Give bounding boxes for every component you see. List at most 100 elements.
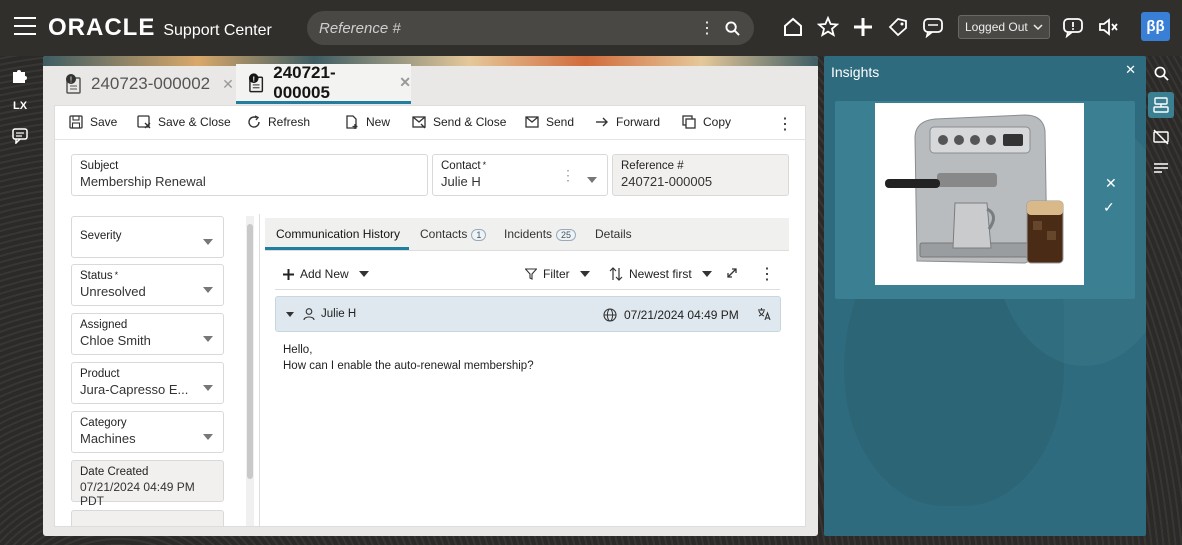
tag-icon[interactable] xyxy=(885,14,911,40)
plus-icon xyxy=(283,268,294,280)
assigned-value: Chloe Smith xyxy=(80,333,151,348)
puzzle-icon[interactable] xyxy=(10,66,30,86)
incidents-count-badge: 25 xyxy=(556,229,577,241)
mute-icon[interactable] xyxy=(1095,14,1121,40)
brand: ORACLE Support Center xyxy=(48,14,272,42)
next-field-partial xyxy=(71,510,224,526)
status-label: Status xyxy=(80,270,113,282)
top-bar: ORACLE Support Center ⋮ Logged Out xyxy=(0,0,1182,56)
svg-text:!: ! xyxy=(70,76,72,85)
reference-value: 240721-000005 xyxy=(621,174,713,189)
filter-button[interactable]: Filter xyxy=(525,267,590,281)
agent-status-value: Logged Out xyxy=(965,20,1028,34)
tab-label: 240723-000002 xyxy=(91,74,211,93)
dismiss-insight-icon[interactable]: ✕ xyxy=(1105,175,1117,192)
product-value: Jura-Capresso E... xyxy=(80,382,189,397)
send-close-button[interactable]: Send & Close xyxy=(412,115,506,129)
plus-icon[interactable] xyxy=(850,14,876,40)
home-icon[interactable] xyxy=(780,14,806,40)
add-new-button[interactable]: Add New xyxy=(283,267,369,281)
favorites-star-icon[interactable] xyxy=(815,14,841,40)
global-search: ⋮ xyxy=(307,11,754,45)
forward-button[interactable]: Forward xyxy=(595,115,660,129)
send-icon xyxy=(525,116,539,128)
send-button[interactable]: Send xyxy=(525,115,574,129)
assigned-label: Assigned xyxy=(80,319,128,331)
search-icon[interactable] xyxy=(725,20,740,36)
action-toolbar: Save Save & Close Refresh New Send & Clo… xyxy=(55,106,807,140)
more-actions-icon[interactable]: ⋮ xyxy=(777,114,793,134)
save-button[interactable]: Save xyxy=(69,115,117,129)
history-more-icon[interactable]: ⋮ xyxy=(759,264,775,284)
close-icon[interactable]: ✕ xyxy=(399,74,411,91)
subject-value: Membership Renewal xyxy=(80,174,206,189)
tab-240723-000002[interactable]: ! 240723-000002 ✕ xyxy=(53,64,235,104)
sort-button[interactable]: Newest first xyxy=(609,267,712,281)
category-field[interactable]: Category Machines xyxy=(71,411,224,453)
chat-icon[interactable] xyxy=(920,14,946,40)
comment-icon[interactable] xyxy=(10,126,30,146)
tab-incidents[interactable]: Incidents 25 xyxy=(504,227,577,241)
tab-communication-history[interactable]: Communication History xyxy=(276,227,400,241)
contact-value: Julie H xyxy=(441,174,481,189)
copy-button[interactable]: Copy xyxy=(682,115,731,129)
insights-icon[interactable] xyxy=(1148,92,1174,118)
insight-card: ✕ ✓ xyxy=(835,101,1135,299)
refresh-button[interactable]: Refresh xyxy=(247,115,310,129)
top-icons xyxy=(780,14,955,40)
assigned-field[interactable]: Assigned Chloe Smith xyxy=(71,313,224,355)
main-panel: ! 240723-000002 ✕ ! 240721-000005 ✕ Save… xyxy=(43,56,818,536)
severity-field[interactable]: Severity xyxy=(71,216,224,258)
search-options-icon[interactable]: ⋮ xyxy=(699,18,715,38)
user-avatar[interactable]: ββ xyxy=(1141,12,1170,41)
side-fields-scrollbar[interactable] xyxy=(246,216,254,526)
column-divider xyxy=(259,214,260,526)
video-off-icon[interactable] xyxy=(1148,124,1174,150)
agent-status-select[interactable]: Logged Out xyxy=(958,15,1050,39)
close-icon[interactable]: ✕ xyxy=(222,76,234,93)
contact-field[interactable]: Contact * Julie H ⋮ xyxy=(432,154,608,196)
new-icon xyxy=(346,115,358,129)
save-close-button[interactable]: Save & Close xyxy=(137,115,231,129)
refresh-icon xyxy=(248,115,260,128)
filter-icon xyxy=(525,268,537,280)
accept-insight-icon[interactable]: ✓ xyxy=(1103,199,1115,216)
message-timestamp: 07/21/2024 04:49 PM xyxy=(624,308,739,322)
work-tabs: ! 240723-000002 ✕ ! 240721-000005 ✕ xyxy=(53,63,808,104)
tab-details[interactable]: Details xyxy=(595,227,632,241)
text-lines-icon[interactable] xyxy=(1148,156,1174,182)
message-header[interactable]: Julie H 07/21/2024 04:49 PM xyxy=(275,296,781,332)
espresso-machine-image xyxy=(875,103,1084,285)
save-close-icon xyxy=(137,115,151,129)
date-created-label: Date Created xyxy=(80,466,149,478)
scrollbar-thumb[interactable] xyxy=(247,224,253,479)
contact-options-icon[interactable]: ⋮ xyxy=(561,167,575,184)
message-icon[interactable] xyxy=(1060,14,1086,40)
chevron-down-icon[interactable] xyxy=(587,172,597,186)
search-input[interactable] xyxy=(307,19,699,37)
chevron-down-icon xyxy=(203,282,213,296)
caret-down-icon[interactable] xyxy=(286,312,294,317)
person-icon xyxy=(303,308,315,320)
search-icon[interactable] xyxy=(1148,60,1174,86)
lx-icon[interactable]: LX xyxy=(10,96,30,116)
reference-field: Reference # 240721-000005 xyxy=(612,154,789,196)
subject-field[interactable]: Subject Membership Renewal xyxy=(71,154,428,196)
chevron-down-icon xyxy=(1033,16,1043,45)
expand-icon[interactable] xyxy=(726,267,738,279)
detail-tabs: Communication History Contacts 1 Incident… xyxy=(265,218,789,251)
chevron-down-icon xyxy=(579,271,590,277)
send-close-icon xyxy=(412,116,426,129)
tab-contacts[interactable]: Contacts 1 xyxy=(420,227,487,241)
translate-icon[interactable] xyxy=(757,307,771,321)
new-button[interactable]: New xyxy=(345,115,390,129)
status-value: Unresolved xyxy=(80,284,146,299)
close-icon[interactable]: ✕ xyxy=(1125,62,1136,78)
product-field[interactable]: Product Jura-Capresso E... xyxy=(71,362,224,404)
message-line: Hello, xyxy=(283,344,313,356)
status-field[interactable]: Status * Unresolved xyxy=(71,264,224,306)
menu-icon[interactable] xyxy=(14,17,36,37)
incident-icon: ! xyxy=(66,74,81,94)
active-tab-indicator xyxy=(265,247,409,250)
tab-240721-000005[interactable]: ! 240721-000005 ✕ xyxy=(236,63,411,104)
